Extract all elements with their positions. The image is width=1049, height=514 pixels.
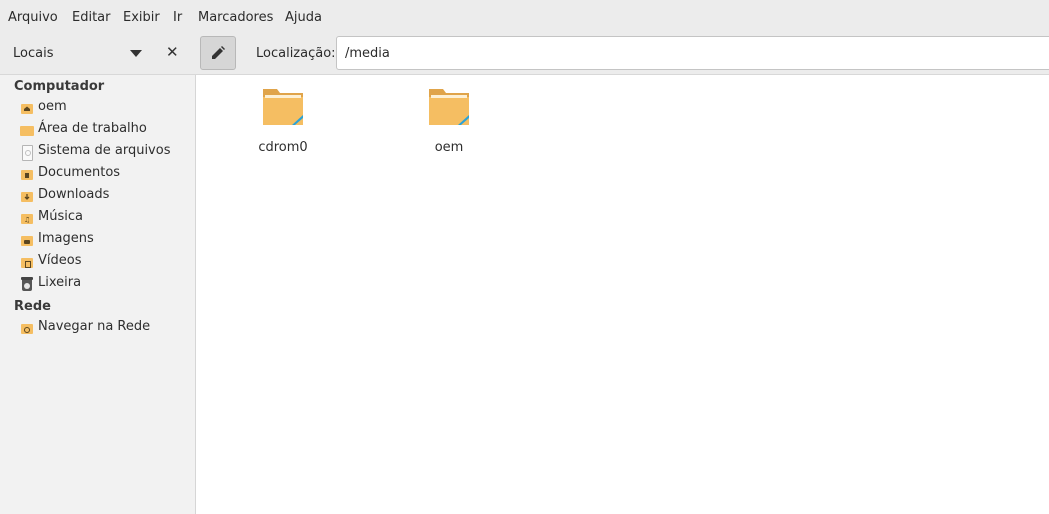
menu-ir[interactable]: Ir <box>173 10 182 25</box>
trash-icon <box>20 277 34 291</box>
sidebar-item-label: Vídeos <box>38 253 82 268</box>
sidebar-item-label: Sistema de arquivos <box>38 143 171 158</box>
documents-folder-icon <box>20 167 34 181</box>
sidebar-item-downloads[interactable]: Downloads <box>20 186 190 206</box>
sidebar-item-musica[interactable]: ♫ Música <box>20 208 190 228</box>
sidebar-item-navegar-na-rede[interactable]: Navegar na Rede <box>20 318 190 338</box>
sidebar-item-sistema-de-arquivos[interactable]: Sistema de arquivos <box>20 142 190 162</box>
location-field[interactable]: /media <box>336 36 1049 70</box>
sidebar-item-oem[interactable]: oem <box>20 98 190 118</box>
sidebar-item-label: Documentos <box>38 165 121 180</box>
close-icon[interactable]: ✕ <box>166 45 179 60</box>
menu-ajuda[interactable]: Ajuda <box>285 10 322 25</box>
file-name: cdrom0 <box>258 140 308 155</box>
sidebar-title: Locais <box>13 46 54 61</box>
home-folder-icon <box>20 101 34 115</box>
pencil-icon <box>212 46 225 59</box>
sidebar-item-label: Área de trabalho <box>38 121 147 136</box>
sidebar-item-label: Lixeira <box>38 275 82 290</box>
menu-bar: Arquivo Editar Exibir Ir Marcadores Ajud… <box>0 0 1049 36</box>
sidebar-item-label: Navegar na Rede <box>38 319 151 334</box>
sidebar-item-label: Música <box>38 209 83 224</box>
chevron-down-icon[interactable] <box>130 50 142 57</box>
menu-arquivo[interactable]: Arquivo <box>8 10 58 25</box>
folder-link-icon <box>429 89 469 125</box>
sidebar-item-area-de-trabalho[interactable]: Área de trabalho <box>20 120 190 140</box>
sidebar-item-label: Downloads <box>38 187 110 202</box>
section-header-rede: Rede <box>14 299 51 314</box>
location-label: Localização: <box>256 46 336 61</box>
file-item-cdrom0[interactable]: cdrom0 <box>228 83 338 155</box>
sidebar-item-label: oem <box>38 99 67 114</box>
location-value: /media <box>345 46 390 61</box>
menu-marcadores[interactable]: Marcadores <box>198 10 273 25</box>
sidebar-item-label: Imagens <box>38 231 94 246</box>
sidebar-item-lixeira[interactable]: Lixeira <box>20 274 190 294</box>
edit-location-button[interactable] <box>200 36 236 70</box>
sidebar-selector[interactable]: Locais ✕ <box>0 36 195 74</box>
sidebar: Computador oem Área de trabalho Sistema … <box>0 75 196 514</box>
file-item-oem[interactable]: oem <box>394 83 504 155</box>
file-name: oem <box>434 140 464 155</box>
toolbar: Locais ✕ Localização: /media <box>0 36 1049 75</box>
menu-exibir[interactable]: Exibir <box>123 10 160 25</box>
section-header-computador: Computador <box>14 79 105 94</box>
desktop-folder-icon <box>20 123 34 137</box>
pictures-folder-icon <box>20 233 34 247</box>
filesystem-icon <box>20 145 34 161</box>
downloads-folder-icon <box>20 189 34 203</box>
folder-link-icon <box>263 89 303 125</box>
music-folder-icon: ♫ <box>20 211 34 225</box>
sidebar-item-imagens[interactable]: Imagens <box>20 230 190 250</box>
sidebar-item-documentos[interactable]: Documentos <box>20 164 190 184</box>
videos-folder-icon <box>20 255 34 269</box>
file-view: cdrom0 oem <box>196 75 1049 514</box>
menu-editar[interactable]: Editar <box>72 10 111 25</box>
sidebar-item-videos[interactable]: Vídeos <box>20 252 190 272</box>
network-folder-icon <box>20 321 34 335</box>
